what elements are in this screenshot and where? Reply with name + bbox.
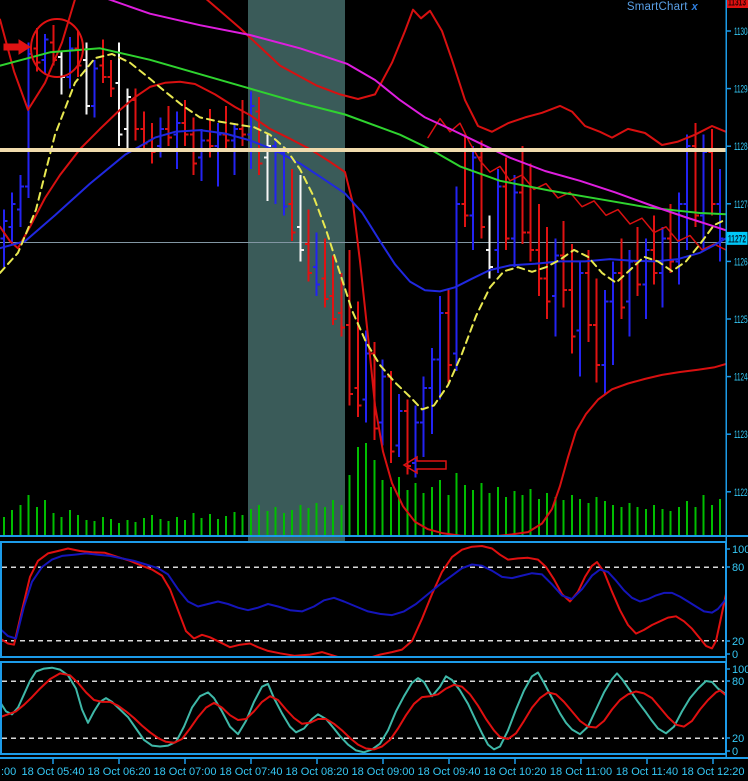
price-axis: 11308 11298 11288 11278 11268 11258 11248 11238… [726,0,748,499]
ohlc-bar [25,42,33,198]
time-tick-label: 18 Oct 11:00 [550,766,612,778]
chart-title-text: SmartChart [626,1,688,13]
ohlc-bar [543,226,551,319]
indicator-panel-1-frame [0,541,727,658]
ohlc-bar [642,238,650,319]
ohlc-bar [66,36,74,89]
ohlc-bar [584,249,592,342]
ohlc-bar [708,128,716,216]
time-tick-label: 18 Oct 12:20 [682,766,745,778]
ohlc-bar [469,146,477,250]
ohlc-bar [658,226,666,308]
ohlc-bar [395,393,403,458]
ohlc-bar [346,249,354,406]
ohlc-bar [444,290,452,383]
time-tick-label: 18 Oct 11:40 [616,766,678,778]
ohlc-bar [650,215,658,285]
ohlc-bar [0,209,8,268]
ohlc-bar [420,376,428,458]
time-tick-label: 18 Oct 05:40 [22,766,85,778]
ohlc-bar [8,192,16,245]
scale-label: 80 [732,676,744,688]
ohlc-bar [387,370,395,463]
scale-label: 20 [732,733,744,745]
ohlc-bar [593,278,601,383]
highlight-band [248,0,345,542]
ohlc-bar [148,123,156,164]
ohlc-bar [99,39,107,83]
main-chart[interactable] [0,0,726,537]
ohlc-bar [173,111,181,170]
time-tick-label: 18 Oct 07:40 [220,766,283,778]
smartchart-window: 1008020010080200113081129811288112781126… [0,0,748,781]
scale-label: 100 [732,544,748,556]
indicator-panel-2: 10080 200 [0,661,748,758]
price-tick-label: 11248 [734,372,748,384]
time-tick-label: 18 Oct 08:20 [286,766,349,778]
close-icon[interactable]: x [692,1,698,13]
indicator-panel-1-blue-line [2,552,725,640]
ohlc-bar [551,238,559,337]
time-tick-label: 18 Oct 09:40 [418,766,481,778]
ohlc-bar [477,140,485,239]
volume-bars [3,443,721,535]
scale-label: 0 [732,746,738,758]
ohlc-bar [601,290,609,394]
ohlc-bar [436,296,444,400]
time-tick-label: 18 Oct 06:20 [88,766,151,778]
scale-label: 20 [732,636,744,648]
time-tick-label: 18 Oct 07:00 [154,766,217,778]
price-tick-label: 11278 [734,199,748,211]
ohlc-bar [560,221,568,308]
ohlc-bar [576,261,584,377]
ohlc-bar [535,203,543,296]
ohlc-bar [412,405,419,478]
time-axis: :00 18 Oct 05:40 18 Oct 06:20 18 Oct 07:00 1… [1,758,745,778]
indicator-panel-1-series [2,545,725,656]
ohlc-bar [107,59,115,98]
yellow-ma-line [0,53,726,411]
ohlc-bar [124,88,131,152]
price-tick-label: 11228 [734,487,748,499]
chart-canvas[interactable]: 1008020010080200113081129811288112781126… [0,0,748,781]
ohlc-bar [189,117,197,175]
clipped-top-price-label: 11313 [728,0,746,9]
price-tick-label: 11258 [734,314,748,326]
price-tick-label: 11298 [734,84,748,96]
price-tick-label: 11308 [734,26,748,38]
current-price-label: 11272 [728,233,746,245]
time-tick-label: 18 Oct 09:00 [352,766,415,778]
ohlc-bar [428,347,436,435]
ohlc-bar [198,128,205,181]
indicator-panel-1: 100 80 200 [0,541,748,661]
scale-label: 80 [732,562,744,574]
ohlc-bar [453,186,461,371]
ohlc-bar [91,59,98,118]
ohlc-bar [222,105,230,152]
ohlc-bar [17,175,24,227]
ohlc-bars [0,25,724,478]
scale-label: 0 [732,649,738,661]
ohlc-bar [58,51,66,95]
ohlc-bar [82,42,90,115]
price-tick-label: 11238 [734,429,748,441]
price-tick-label: 11288 [734,141,748,153]
ohlc-bar [494,169,502,273]
ohlc-bar [626,249,633,337]
indicator-panel-2-frame [0,661,727,755]
chart-title: SmartChart x [627,1,698,13]
time-tick-label: :00 [1,766,16,778]
indicator-panel-1-red-line [2,545,725,656]
ohlc-bar [165,105,173,147]
ohlc-bar [667,203,675,273]
scale-label: 100 [732,664,748,676]
price-tick-label: 11268 [734,256,748,268]
ohlc-bar [181,100,189,147]
ohlc-bar [510,175,518,268]
ohlc-bar [609,261,617,366]
ohlc-bar [527,163,535,262]
time-tick-label: 18 Oct 10:20 [484,766,547,778]
